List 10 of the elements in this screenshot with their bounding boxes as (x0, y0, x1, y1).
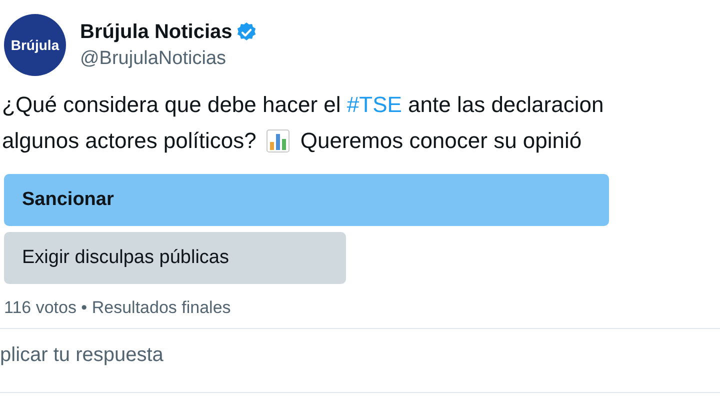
poll-footer: 116 votos • Resultados finales (0, 284, 720, 318)
tweet-text: algunos actores políticos? (2, 128, 256, 154)
avatar-logo[interactable]: Brújula (4, 14, 66, 76)
tweet-text: Queremos conocer su opinió (300, 128, 582, 154)
author-handle[interactable]: @BrujulaNoticias (80, 48, 258, 70)
bar-chart-icon (266, 129, 290, 153)
poll-option-label: Sancionar (21, 189, 114, 211)
author-name[interactable]: Brújula Noticias (80, 20, 232, 44)
poll-option-label: Exigir disculpas públicas (21, 247, 229, 269)
tweet-text: ¿Qué considera que debe hacer el #TSE ante las declaracion (1, 91, 605, 118)
